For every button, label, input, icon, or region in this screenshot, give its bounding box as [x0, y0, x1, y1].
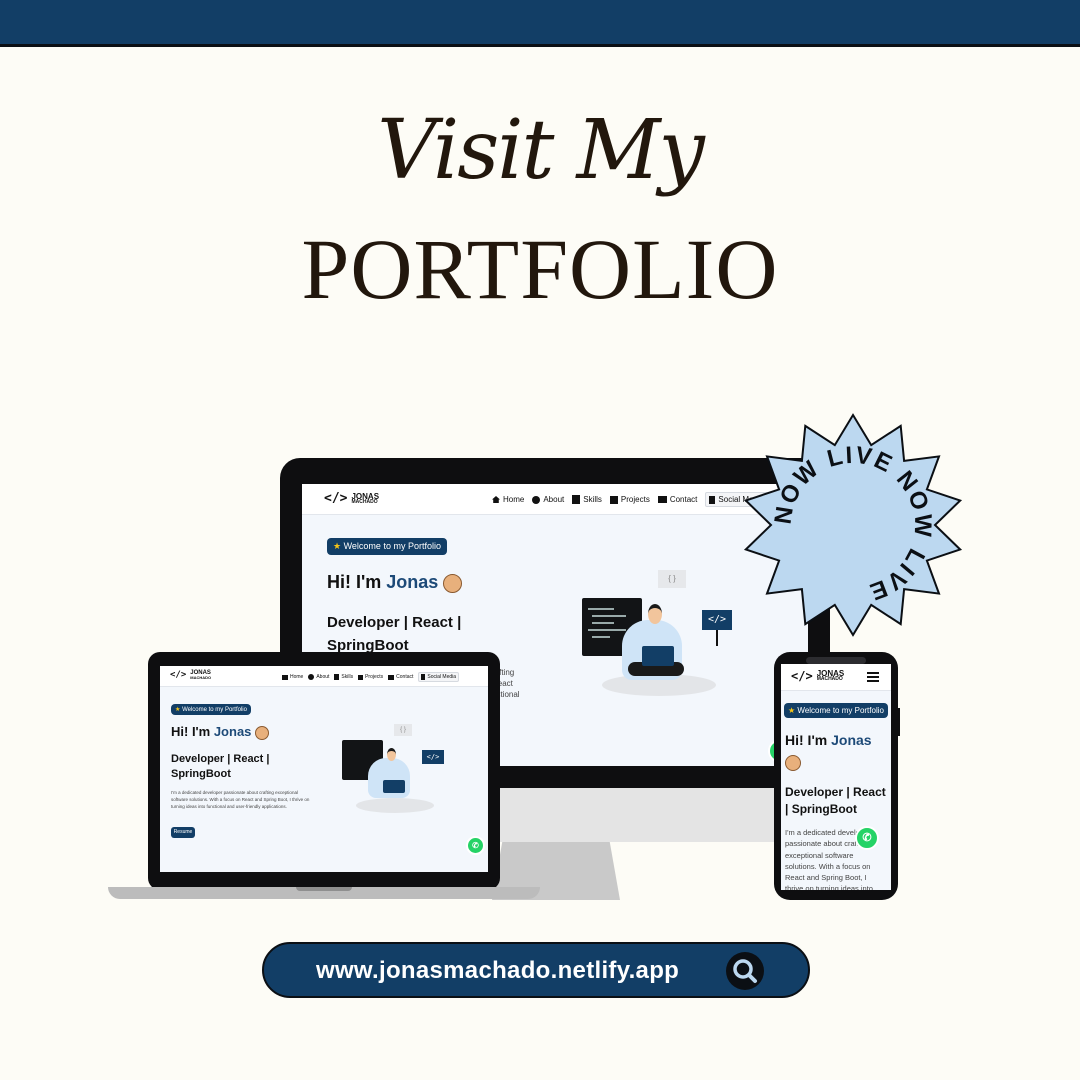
projects-icon	[358, 674, 364, 680]
hero-greeting: Hi! I'm Jonas	[171, 724, 270, 740]
laptop-prop	[383, 780, 405, 793]
person-head	[387, 748, 396, 761]
contact-icon	[657, 496, 667, 503]
whatsapp-icon[interactable]: ✆	[466, 836, 485, 855]
nav-about[interactable]: About	[308, 674, 329, 680]
starburst-shape: NOW LIVE NOW LIVE	[743, 413, 963, 637]
logo-line2: MACHADO	[351, 498, 378, 505]
laptop-screen: </> JONAS MACHADO Home About Skills Proj…	[160, 666, 488, 872]
logo-mark: </>	[324, 491, 348, 506]
nav-skills[interactable]: Skills	[334, 674, 353, 680]
hero-greeting: Hi! I'm Jonas	[327, 572, 463, 593]
url-text[interactable]: www.jonasmachado.netlify.app	[316, 957, 679, 985]
laptop-navbar: </> JONAS MACHADO Home About Skills Proj…	[160, 666, 488, 687]
hero-role: Developer | React | SpringBoot	[327, 614, 462, 654]
whatsapp-icon[interactable]: ✆	[855, 826, 879, 850]
hero-role: Developer | React | SpringBoot	[785, 785, 886, 817]
contact-icon	[388, 674, 395, 680]
waving-hand-icon	[443, 573, 463, 593]
developer-illustration: { } </>	[582, 570, 742, 710]
braces-box: { }	[658, 570, 686, 588]
welcome-pill: ★ Welcome to my Portfolio	[171, 704, 251, 715]
braces-box: { }	[394, 724, 412, 736]
waving-hand-icon	[255, 725, 270, 740]
nav-projects[interactable]: Projects	[358, 674, 383, 680]
laptop-prop	[642, 646, 674, 666]
monitor-navbar: </> JONAS MACHADO Home About Skills Proj…	[302, 484, 808, 515]
skills-icon	[572, 495, 581, 504]
mobile-phone: </> JONAS MACHADO ★ Welcome to my Portfo…	[774, 652, 898, 900]
site-logo[interactable]: </> JONAS MACHADO	[791, 669, 844, 683]
monitor-nav-links: Home About Skills Projects Contact Socia…	[492, 492, 769, 507]
hamburger-menu-icon[interactable]	[867, 672, 879, 682]
search-button[interactable]	[726, 952, 764, 990]
skills-icon	[334, 674, 340, 680]
headline-script: Visit My	[377, 103, 705, 198]
waving-hand-icon	[785, 754, 801, 771]
nav-about[interactable]: About	[532, 495, 564, 504]
now-live-badge: NOW LIVE NOW LIVE	[740, 412, 966, 638]
person-head	[648, 604, 662, 624]
phone-side-button	[897, 708, 900, 736]
nav-social-dropdown[interactable]: Social Media	[418, 672, 460, 682]
info-icon	[532, 495, 541, 504]
document-icon	[709, 495, 716, 504]
developer-illustration: { } </>	[342, 724, 448, 818]
star-icon: ★	[333, 541, 342, 551]
nav-home[interactable]: Home	[492, 495, 524, 504]
nav-contact[interactable]: Contact	[657, 495, 697, 504]
welcome-pill: ★ Welcome to my Portfolio	[784, 703, 888, 718]
info-icon	[308, 674, 315, 680]
url-bar[interactable]: www.jonasmachado.netlify.app	[262, 942, 810, 998]
nav-skills[interactable]: Skills	[572, 495, 602, 504]
site-logo[interactable]: </> JONAS MACHADO	[170, 670, 211, 681]
code-sign: </>	[702, 610, 732, 630]
hero-greeting: Hi! I'm Jonas	[785, 730, 889, 773]
hero-description: I'm a dedicated developer passionate abo…	[171, 790, 310, 809]
hero-role: Developer | React | SpringBoot	[171, 753, 270, 781]
laptop-notch	[296, 887, 352, 891]
search-icon	[733, 959, 757, 983]
laptop-nav-links: Home About Skills Projects Contact Socia…	[282, 672, 460, 682]
phone-navbar: </> JONAS MACHADO	[781, 664, 891, 691]
site-logo[interactable]: </> JONAS MACHADO	[324, 491, 379, 506]
resume-button[interactable]: Resume	[171, 827, 195, 838]
top-banner-bar	[0, 0, 1080, 47]
document-icon	[421, 674, 426, 680]
nav-contact[interactable]: Contact	[388, 674, 413, 680]
phone-speaker	[806, 657, 866, 664]
nav-home[interactable]: Home	[282, 674, 303, 680]
welcome-pill: ★ Welcome to my Portfolio	[327, 538, 447, 555]
code-sign: </>	[422, 750, 444, 764]
home-icon	[492, 496, 500, 503]
star-icon: ★	[788, 706, 796, 715]
nav-projects[interactable]: Projects	[609, 495, 650, 504]
home-icon	[282, 674, 288, 680]
laptop: </> JONAS MACHADO Home About Skills Proj…	[148, 652, 500, 890]
headline-main: PORTFOLIO	[301, 221, 779, 317]
star-icon: ★	[175, 707, 181, 713]
phone-screen: </> JONAS MACHADO ★ Welcome to my Portfo…	[781, 664, 891, 890]
projects-icon	[609, 495, 618, 504]
illustration-floor	[356, 798, 434, 813]
